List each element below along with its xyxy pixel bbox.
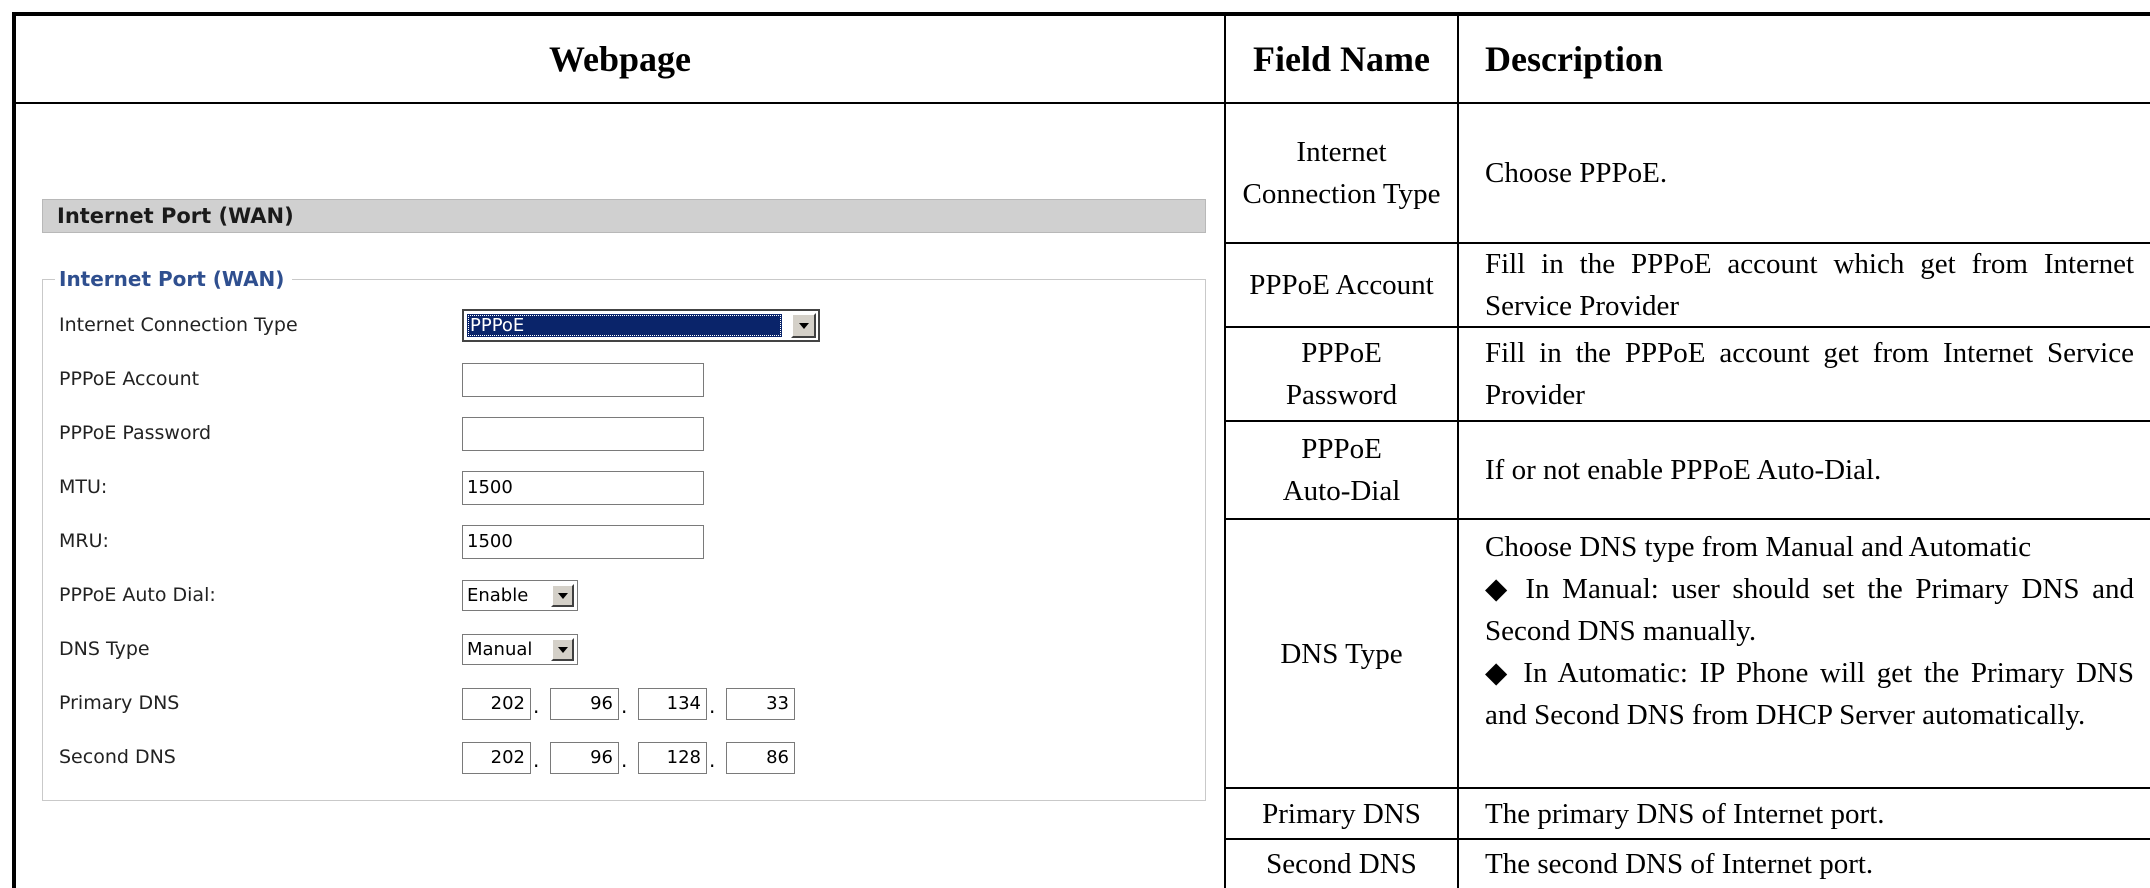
description-cell: Choose PPPoE.: [1459, 104, 2150, 242]
description-bullet: ◆ In Manual: user should set the Primary…: [1485, 573, 2134, 647]
dns-type-selected-value: Manual: [467, 639, 533, 660]
pppoe-account-input[interactable]: [462, 363, 704, 397]
field-name-text: PPPoE Password: [1285, 337, 1398, 411]
field-name-text: PPPoE Account: [1249, 269, 1434, 301]
ip-separator: .: [533, 748, 540, 772]
ip-separator: .: [621, 694, 628, 718]
dns-type-select[interactable]: Manual: [462, 634, 578, 665]
description-cell: Fill in the PPPoE account get from Inter…: [1459, 328, 2150, 420]
mtu-input[interactable]: 1500: [462, 471, 704, 505]
mru-input[interactable]: 1500: [462, 525, 704, 559]
description-text: Choose PPPoE.: [1485, 157, 1668, 189]
second-dns-octet-3[interactable]: 128: [638, 742, 707, 774]
primary-dns-label: Primary DNS: [59, 692, 180, 714]
second-dns-octet-2[interactable]: 96: [550, 742, 619, 774]
description-text: The second DNS of Internet port.: [1485, 848, 1874, 880]
field-name-text: Second DNS: [1266, 848, 1417, 880]
connection-type-select[interactable]: PPPoE: [462, 309, 820, 342]
primary-dns-octet-4[interactable]: 33: [726, 688, 795, 720]
auto-dial-label: PPPoE Auto Dial:: [59, 584, 216, 606]
field-name-cell: PPPoE Password: [1226, 328, 1457, 420]
description-text: Fill in the PPPoE account which get from…: [1485, 248, 2134, 322]
mru-label: MRU:: [59, 530, 109, 552]
auto-dial-select[interactable]: Enable: [462, 580, 578, 611]
primary-dns-octet-1[interactable]: 202: [462, 688, 531, 720]
ip-separator: .: [533, 694, 540, 718]
primary-dns-octet-2[interactable]: 96: [550, 688, 619, 720]
description-text: The primary DNS of Internet port.: [1485, 797, 1885, 830]
ip-separator: .: [709, 748, 716, 772]
dns-type-label: DNS Type: [59, 638, 150, 660]
section-title-bar: Internet Port (WAN): [42, 199, 1206, 233]
field-name-text: Internet Connection Type: [1242, 136, 1441, 210]
pppoe-password-label: PPPoE Password: [59, 422, 212, 444]
description-cell: Fill in the PPPoE account which get from…: [1459, 244, 2150, 326]
header-field-name: Field Name: [1253, 39, 1430, 79]
description-text: If or not enable PPPoE Auto-Dial.: [1485, 454, 1882, 486]
description-cell: The primary DNS of Internet port.: [1459, 789, 2150, 838]
header-description: Description: [1485, 39, 1663, 79]
connection-type-selected-value: PPPoE: [467, 314, 782, 337]
description-line: Choose DNS type from Manual and Automati…: [1485, 531, 2032, 563]
webpage-screenshot: Internet Port (WAN) Internet Port (WAN) …: [16, 104, 1224, 888]
description-cell: The second DNS of Internet port.: [1459, 840, 2150, 888]
chevron-down-icon[interactable]: [551, 638, 574, 661]
mtu-label: MTU:: [59, 476, 108, 498]
description-text: Fill in the PPPoE account get from Inter…: [1485, 337, 2134, 411]
field-name-cell: PPPoE Auto-Dial: [1226, 422, 1457, 518]
header-webpage: Webpage: [548, 39, 691, 79]
document-table: Webpage Field Name Description Internet …: [12, 12, 2150, 888]
field-name-cell: Second DNS: [1226, 840, 1457, 888]
chevron-down-icon[interactable]: [791, 313, 816, 338]
description-cell: If or not enable PPPoE Auto-Dial.: [1459, 422, 2150, 518]
field-name-cell: Primary DNS: [1226, 789, 1457, 838]
primary-dns-octet-3[interactable]: 134: [638, 688, 707, 720]
ip-separator: .: [621, 748, 628, 772]
field-name-cell: PPPoE Account: [1226, 244, 1457, 326]
fieldset-legend: Internet Port (WAN): [55, 267, 293, 291]
auto-dial-selected-value: Enable: [467, 585, 529, 606]
field-name-text: Primary DNS: [1262, 797, 1421, 830]
second-dns-octet-4[interactable]: 86: [726, 742, 795, 774]
ip-separator: .: [709, 694, 716, 718]
connection-type-label: Internet Connection Type: [59, 314, 298, 336]
second-dns-octet-1[interactable]: 202: [462, 742, 531, 774]
description-bullet: ◆ In Automatic: IP Phone will get the Pr…: [1485, 657, 2134, 731]
pppoe-account-label: PPPoE Account: [59, 368, 200, 390]
field-name-cell: Internet Connection Type: [1226, 104, 1457, 242]
field-name-cell: DNS Type: [1226, 520, 1457, 787]
field-name-text: DNS Type: [1280, 637, 1403, 670]
description-cell: Choose DNS type from Manual and Automati…: [1459, 520, 2150, 787]
pppoe-password-input[interactable]: [462, 417, 704, 451]
field-name-text: PPPoE Auto-Dial: [1282, 433, 1401, 507]
second-dns-label: Second DNS: [59, 746, 176, 768]
chevron-down-icon[interactable]: [551, 584, 574, 607]
